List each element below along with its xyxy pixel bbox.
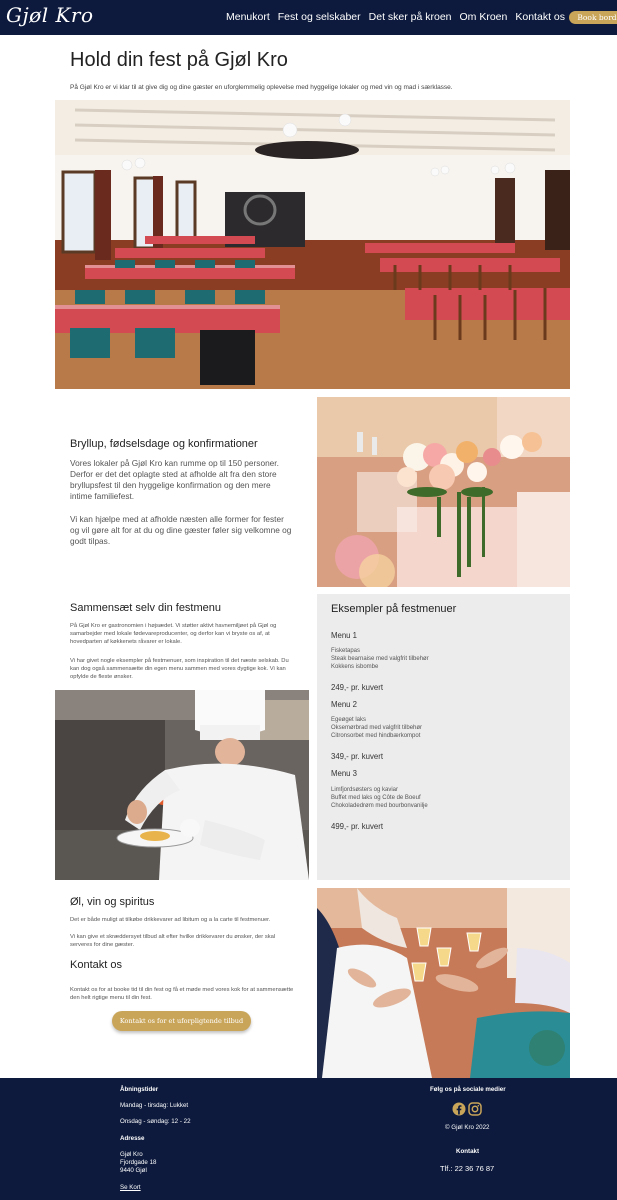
nav-det-sker[interactable]: Det sker på kroen: [369, 11, 452, 23]
menu-2-name: Menu 2: [331, 700, 358, 709]
menu-item: Buffet med laks og Côte de Boeuf: [331, 795, 421, 801]
example-menus-panel: Eksempler på festmenuer Menu 1 Fisketapa…: [317, 594, 570, 880]
site-logo[interactable]: Gjøl Kro: [6, 3, 94, 27]
menu-item: Steak bearnaise med valgfrit tilbehør: [331, 656, 429, 662]
flower-arrangement-photo: [317, 397, 570, 587]
address-line-3: 9440 Gjøl: [120, 1167, 147, 1174]
nav-kontakt[interactable]: Kontakt os: [515, 11, 565, 23]
hours-line-2: Onsdag - søndag: 12 - 22: [120, 1118, 191, 1125]
contact-heading: Kontakt os: [70, 959, 122, 971]
menu-item: Fisketapas: [331, 648, 361, 654]
menu-1-items: Fisketapas Steak bearnaise med valgfrit …: [331, 647, 429, 671]
nav-menukort[interactable]: Menukort: [226, 11, 270, 23]
menu-item: Limfjordsøsters og kaviar: [331, 787, 399, 793]
menu-item: Oksemørbrad med valgfrit tilbehør: [331, 725, 423, 731]
copyright: © Gjøl Kro 2022: [445, 1124, 490, 1131]
intro-text: På Gjøl Kro er vi klar til at give dig o…: [70, 84, 453, 91]
banquet-hall-photo: [55, 100, 570, 389]
menu-2-items: Egeøget laks Oksemørbrad med valgfrit ti…: [331, 716, 422, 740]
menu-3-name: Menu 3: [331, 769, 358, 778]
menu-item: Chokoladedrøm med bourbonvanilje: [331, 803, 428, 809]
menu-3-price: 499,- pr. kuvert: [331, 822, 384, 831]
nav-om-kroen[interactable]: Om Kroen: [460, 11, 508, 23]
drinks-heading: Øl, vin og spiritus: [70, 896, 155, 908]
instagram-icon[interactable]: [468, 1102, 482, 1116]
facebook-icon[interactable]: [452, 1102, 466, 1116]
menu-item: Egeøget laks: [331, 717, 367, 723]
address-line-2: Fjordgade 18: [120, 1159, 157, 1166]
map-link[interactable]: Se Kort: [120, 1184, 141, 1192]
phone-number[interactable]: Tlf.: 22 36 76 87: [440, 1165, 494, 1173]
contact-paragraph: Kontakt os for at booke tid til din fest…: [70, 987, 294, 1001]
weddings-heading: Bryllup, fødselsdage og konfirmationer: [70, 438, 258, 450]
festmenu-paragraph-2: Vi har givet nogle eksempler på festmenu…: [70, 658, 289, 680]
site-footer: Åbningstider Mandag - tirsdag: Lukket On…: [0, 1078, 617, 1200]
hours-label: Åbningstider: [120, 1086, 159, 1093]
social-label: Følg os på sociale medier: [430, 1086, 506, 1093]
drinks-paragraph-2: Vi kan give et skræddersyet tilbud alt e…: [70, 934, 276, 948]
drinks-paragraph-1: Det er både muligt at tilkøbe drikkevare…: [70, 917, 271, 923]
menu-1-price: 249,- pr. kuvert: [331, 683, 384, 692]
example-menus-heading: Eksempler på festmenuer: [331, 603, 457, 615]
main-nav: Menukort Fest og selskaber Det sker på k…: [226, 11, 565, 23]
celebration-toast-photo: [317, 888, 570, 1078]
weddings-paragraph-2: Vi kan hjælpe med at afholde næsten alle…: [70, 514, 292, 546]
address-line-1: Gjøl Kro: [120, 1151, 143, 1158]
nav-fest-og-selskaber[interactable]: Fest og selskaber: [278, 11, 361, 23]
weddings-paragraph-1: Vores lokaler på Gjøl Kro kan rumme op t…: [70, 458, 279, 501]
chef-photo: [55, 690, 309, 880]
page-title: Hold din fest på Gjøl Kro: [70, 49, 288, 71]
menu-item: Kokkens isbombe: [331, 664, 379, 670]
hours-line-1: Mandag - tirsdag: Lukket: [120, 1102, 189, 1109]
festmenu-paragraph-1: På Gjøl Kro er gastronomien i højsædet. …: [70, 623, 277, 645]
menu-item: Citronsorbet med hindbærkompot: [331, 733, 421, 739]
menu-3-items: Limfjordsøsters og kaviar Buffet med lak…: [331, 786, 428, 810]
menu-1-name: Menu 1: [331, 631, 358, 640]
book-table-button[interactable]: Book bord: [569, 11, 617, 24]
contact-label: Kontakt: [456, 1148, 480, 1155]
address-label: Adresse: [120, 1135, 145, 1142]
social-icons: [452, 1102, 482, 1116]
site-header: Gjøl Kro Menukort Fest og selskaber Det …: [0, 0, 617, 35]
festmenu-heading: Sammensæt selv din festmenu: [70, 602, 222, 614]
request-offer-button[interactable]: Kontakt os for et uforpligtende tilbud: [112, 1011, 251, 1031]
menu-2-price: 349,- pr. kuvert: [331, 752, 384, 761]
